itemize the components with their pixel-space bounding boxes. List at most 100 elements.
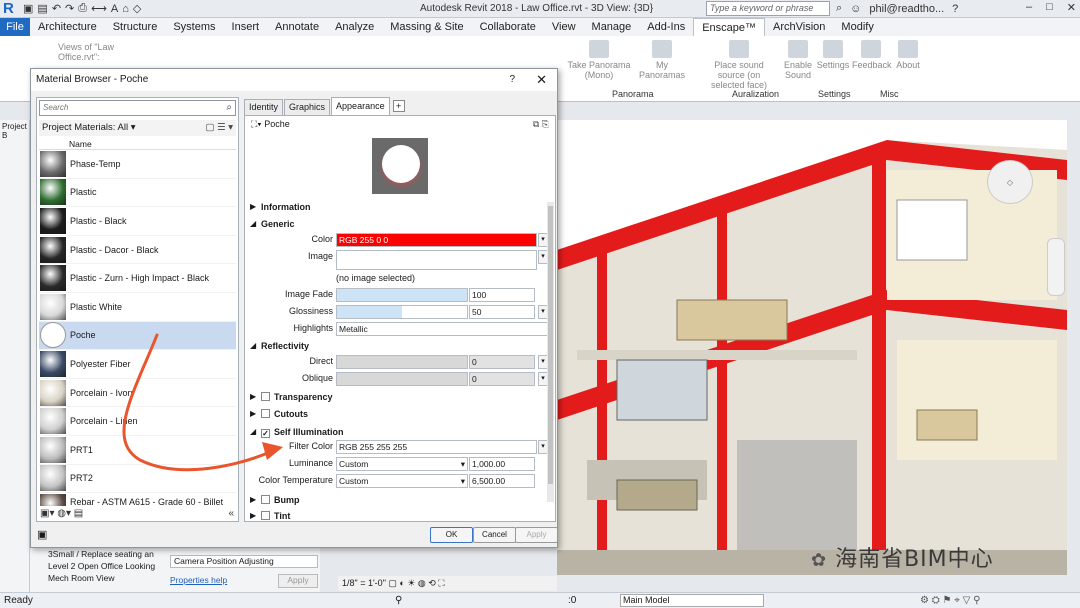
material-item[interactable]: Plastic - Black: [39, 207, 236, 236]
tab-structure[interactable]: Structure: [105, 18, 166, 36]
add-asset-icon[interactable]: +: [392, 100, 405, 112]
tab-file[interactable]: File: [0, 18, 30, 36]
browser-item[interactable]: Mech Room View: [48, 572, 155, 584]
material-preview[interactable]: [372, 138, 428, 194]
tab-manage[interactable]: Manage: [584, 18, 640, 36]
color-temperature-value[interactable]: 6,500.00: [469, 474, 535, 488]
tab-insert[interactable]: Insert: [224, 18, 268, 36]
glossiness-value[interactable]: 50: [469, 305, 535, 319]
browser-item[interactable]: Level 2 Open Office Looking: [48, 560, 155, 572]
status-filter-icons[interactable]: ⚙ ⛭ ⚑ ⌖ ▽ ⚲: [920, 593, 980, 608]
redo-icon[interactable]: ↷: [65, 2, 74, 15]
section-bump[interactable]: ▶ Bump: [247, 493, 553, 507]
material-item[interactable]: Plastic - Dacor - Black: [39, 236, 236, 265]
asset-actions-icons[interactable]: ⧉ ⎘: [533, 116, 549, 132]
material-item[interactable]: Phase-Temp: [39, 150, 236, 179]
open-icon[interactable]: ▣: [23, 2, 33, 15]
viewcube-icon[interactable]: ◇: [987, 160, 1033, 204]
binoculars-icon[interactable]: ⌕: [836, 2, 842, 15]
3d-view-canvas[interactable]: ◇: [557, 120, 1067, 575]
oblique-value[interactable]: 0: [469, 372, 535, 386]
tab-graphics[interactable]: Graphics: [284, 99, 331, 115]
save-icon[interactable]: ▤: [37, 2, 47, 15]
tab-enscape[interactable]: Enscape™: [693, 18, 766, 36]
properties-apply-button[interactable]: Apply: [278, 574, 318, 588]
material-browser-icon[interactable]: ▣: [37, 528, 47, 541]
material-item[interactable]: Plastic - Zurn - High Impact - Black: [39, 264, 236, 293]
tab-analyze[interactable]: Analyze: [327, 18, 382, 36]
glossiness-slider[interactable]: [336, 305, 468, 319]
material-item[interactable]: Poche: [39, 321, 236, 351]
material-editor-icon[interactable]: ▤: [74, 508, 83, 519]
about-button[interactable]: About: [892, 40, 924, 70]
cancel-button[interactable]: Cancel: [473, 527, 516, 543]
section-self-illumination[interactable]: ◢ ✓ Self Illumination: [247, 425, 553, 439]
chevron-down-icon[interactable]: ▾: [131, 122, 136, 133]
search-icon[interactable]: ⌕: [226, 101, 232, 115]
color-temperature-select[interactable]: Custom ▾: [336, 474, 468, 488]
measure-icon[interactable]: ⟷: [91, 2, 107, 15]
direct-value[interactable]: 0: [469, 355, 535, 369]
direct-slider[interactable]: [336, 355, 468, 369]
tab-architecture[interactable]: Architecture: [30, 18, 105, 36]
tab-massing-site[interactable]: Massing & Site: [382, 18, 471, 36]
help-button[interactable]: ?: [509, 69, 515, 91]
feedback-button[interactable]: Feedback: [852, 40, 892, 70]
section-cutouts[interactable]: ▶ Cutouts: [247, 407, 553, 421]
workset-icon[interactable]: ⚲: [395, 593, 402, 608]
asset-library-icon[interactable]: ◍▾: [57, 508, 71, 519]
image-fade-value[interactable]: 100: [469, 288, 535, 302]
tab-view[interactable]: View: [544, 18, 584, 36]
properties-help-link[interactable]: Properties help: [170, 575, 227, 585]
minimize-icon[interactable]: –: [1026, 1, 1032, 14]
print-icon[interactable]: ⎙: [78, 2, 87, 15]
user-icon[interactable]: ☺: [850, 3, 861, 15]
bump-checkbox[interactable]: [261, 495, 270, 504]
tint-checkbox[interactable]: [261, 511, 270, 520]
section-icon[interactable]: ◇: [133, 2, 141, 15]
help-icon[interactable]: ?: [952, 3, 958, 15]
maximize-icon[interactable]: □: [1046, 1, 1053, 14]
ok-button[interactable]: OK: [430, 527, 473, 543]
view-toggle-icons[interactable]: ▢ ☰ ▾: [205, 120, 233, 136]
section-generic[interactable]: ◢ Generic: [247, 217, 553, 231]
material-item[interactable]: PRT2: [39, 465, 236, 494]
user-name[interactable]: phil@readtho...: [869, 3, 944, 15]
transparency-checkbox[interactable]: [261, 392, 270, 401]
design-option-select[interactable]: Main Model: [620, 594, 764, 607]
material-search-input[interactable]: Search ⌕: [39, 100, 236, 116]
tab-add-ins[interactable]: Add-Ins: [639, 18, 693, 36]
text-icon[interactable]: A: [111, 3, 118, 15]
section-information[interactable]: ▶ Information: [247, 200, 553, 214]
collapse-icon[interactable]: «: [228, 508, 234, 519]
color-swatch-field[interactable]: RGB 255 0 0: [336, 233, 537, 247]
camera-position-row[interactable]: Camera Position Adjusting: [170, 555, 318, 568]
tab-archvision[interactable]: ArchVision: [765, 18, 833, 36]
tab-appearance[interactable]: Appearance: [331, 97, 390, 115]
browser-item[interactable]: 3Small / Replace seating an: [48, 548, 155, 560]
material-item[interactable]: Porcelain - Ivory: [39, 379, 236, 408]
cutouts-checkbox[interactable]: [261, 409, 270, 418]
properties-scrollbar[interactable]: [547, 202, 554, 502]
oblique-slider[interactable]: [336, 372, 468, 386]
section-tint[interactable]: ▶ Tint: [247, 509, 553, 523]
section-transparency[interactable]: ▶ Transparency: [247, 390, 553, 404]
enable-sound-button[interactable]: Enable Sound: [780, 40, 816, 80]
material-item[interactable]: Polyester Fiber: [39, 350, 236, 379]
my-panoramas-button[interactable]: My Panoramas: [634, 40, 690, 80]
column-header-name[interactable]: Name: [39, 138, 236, 150]
tab-annotate[interactable]: Annotate: [267, 18, 327, 36]
view-scale[interactable]: 1/8" = 1'-0": [342, 578, 386, 588]
tab-collaborate[interactable]: Collaborate: [472, 18, 544, 36]
help-search-input[interactable]: Type a keyword or phrase: [706, 1, 830, 16]
luminance-value[interactable]: 1,000.00: [469, 457, 535, 471]
luminance-select[interactable]: Custom ▾: [336, 457, 468, 471]
tab-modify[interactable]: Modify: [833, 18, 881, 36]
close-dialog-button[interactable]: ✕: [536, 69, 547, 91]
apply-button[interactable]: Apply: [515, 527, 558, 543]
tab-identity[interactable]: Identity: [244, 99, 284, 115]
image-field[interactable]: [336, 250, 537, 270]
material-item[interactable]: Plastic White: [39, 293, 236, 322]
close-window-icon[interactable]: ✕: [1067, 1, 1076, 14]
material-item[interactable]: Porcelain - Linen: [39, 407, 236, 436]
